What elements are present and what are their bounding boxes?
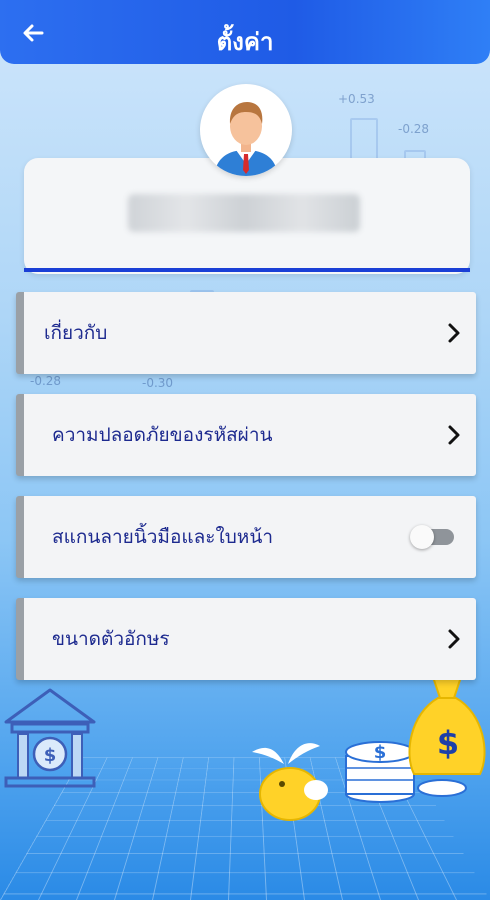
chevron-right-icon: [448, 629, 460, 649]
avatar[interactable]: [200, 84, 292, 176]
chevron-right-icon: [448, 425, 460, 445]
menu-item-label: ขนาดตัวอักษร: [52, 628, 170, 650]
background-number: +0.53: [338, 92, 375, 106]
svg-text:$: $: [437, 724, 459, 762]
biometric-toggle[interactable]: [410, 525, 454, 549]
menu-item-about[interactable]: เกี่ยวกับ: [16, 292, 476, 374]
background-number: -0.28: [398, 122, 430, 136]
background-number: -0.28: [30, 374, 62, 388]
chevron-right-icon: [448, 323, 460, 343]
money-bag-icon: $: [408, 673, 486, 797]
bank-building-icon: $: [4, 688, 96, 788]
svg-text:$: $: [374, 742, 387, 763]
profile-name-redacted: [128, 194, 360, 232]
menu-item-label: สแกนลายนิ้วมือและใบหน้า: [52, 526, 273, 548]
menu-item-password-security[interactable]: ความปลอดภัยของรหัสผ่าน: [16, 394, 476, 476]
piggy-sprout-icon: [252, 743, 328, 821]
profile-underline: [24, 268, 470, 272]
user-avatar-icon: [214, 102, 278, 176]
menu-item-label: เกี่ยวกับ: [44, 322, 108, 344]
menu-item-biometric-scan[interactable]: สแกนลายนิ้วมือและใบหน้า: [16, 496, 476, 578]
svg-text:$: $: [44, 745, 57, 766]
app-header: ตั้งค่า: [0, 0, 490, 64]
toggle-knob: [410, 525, 434, 549]
background-number: -0.30: [142, 376, 174, 390]
menu-item-font-size[interactable]: ขนาดตัวอักษร: [16, 598, 476, 680]
menu-item-label: ความปลอดภัยของรหัสผ่าน: [52, 424, 273, 446]
page-title: ตั้งค่า: [216, 28, 274, 56]
